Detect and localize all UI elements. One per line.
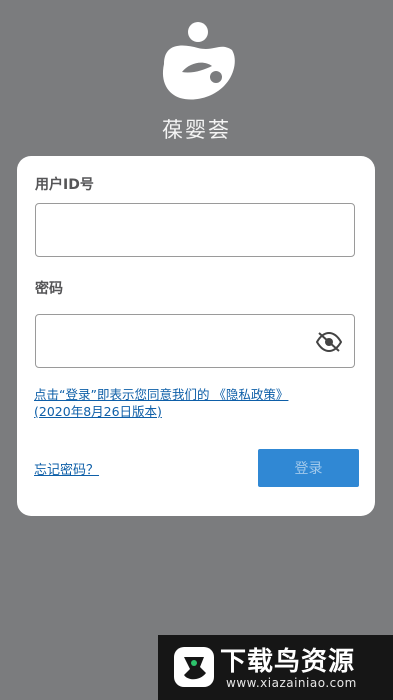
privacy-policy-link[interactable]: 点击“登录”即表示您同意我们的 《隐私政策》 — [34, 387, 288, 402]
forgot-password-link[interactable]: 忘记密码？ — [34, 459, 99, 478]
password-input[interactable] — [36, 315, 354, 367]
password-field[interactable] — [35, 314, 355, 368]
watermark-bird-icon — [174, 647, 214, 687]
hide-password-eye-icon[interactable] — [316, 332, 342, 352]
watermark-title: 下载鸟资源 — [220, 647, 356, 677]
login-card: 用户ID号 密码 点击“登录”即表示您同意我们的 《隐私政策》 (2020年8月… — [17, 156, 375, 516]
login-button-label: 登录 — [294, 461, 323, 477]
user-id-label: 用户ID号 — [35, 177, 94, 193]
password-label: 密码 — [35, 281, 63, 297]
login-button[interactable]: 登录 — [258, 449, 359, 487]
privacy-policy-version[interactable]: (2020年8月26日版本) — [34, 404, 162, 419]
app-logo-icon — [162, 22, 235, 100]
user-id-field[interactable] — [35, 203, 355, 257]
watermark: 下载鸟资源 www.xiazainiao.com — [158, 635, 393, 700]
watermark-url: www.xiazainiao.com — [226, 676, 357, 690]
app-title: 葆婴荟 — [162, 118, 231, 142]
privacy-policy-notice[interactable]: 点击“登录”即表示您同意我们的 《隐私政策》 (2020年8月26日版本) — [34, 386, 354, 420]
user-id-input[interactable] — [36, 204, 354, 256]
